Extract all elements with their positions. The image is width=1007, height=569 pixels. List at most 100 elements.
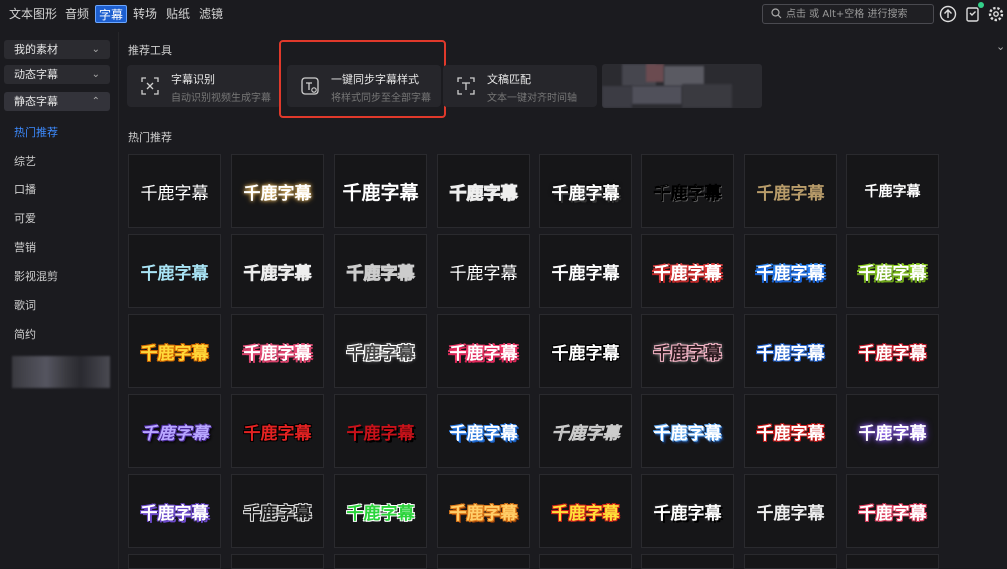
- subtitle-preset-tile[interactable]: 千鹿字幕: [641, 234, 734, 308]
- subtitle-preset-tile[interactable]: 千鹿字幕: [231, 314, 324, 388]
- sidebar-item-minimal[interactable]: 简约: [14, 327, 36, 343]
- subtitle-preset-tile[interactable]: 千鹿字幕: [539, 154, 632, 228]
- preset-preview-text: 千鹿字幕: [653, 183, 722, 204]
- tool-name: 字幕识别: [171, 73, 215, 86]
- category-dynamic-subtitles[interactable]: 动态字幕 ⌄: [4, 65, 110, 84]
- subtitle-preset-tile[interactable]: 千鹿字幕: [846, 474, 939, 548]
- subtitle-preset-tile[interactable]: 千鹿字幕: [231, 474, 324, 548]
- tab-filters[interactable]: 滤镜: [197, 5, 225, 23]
- collapse-chevron-icon[interactable]: ⌄: [996, 40, 1005, 53]
- subtitle-preset-tile[interactable]: 千鹿字幕: [539, 474, 632, 548]
- preset-preview-text: 千鹿字幕: [140, 423, 209, 444]
- preset-preview-text: 千鹿字幕: [346, 503, 415, 524]
- sidebar-item-variety[interactable]: 综艺: [14, 154, 36, 170]
- subtitle-preset-tile[interactable]: 千鹿字幕: [846, 394, 939, 468]
- subtitle-preset-tile[interactable]: 千鹿字幕: [539, 394, 632, 468]
- category-static-subtitles[interactable]: 静态字幕 ⌃: [4, 92, 110, 111]
- subtitle-preset-tile[interactable]: 千鹿字幕: [437, 234, 530, 308]
- subtitle-preset-tile[interactable]: [334, 554, 427, 569]
- subtitle-preset-tile[interactable]: 千鹿字幕: [231, 394, 324, 468]
- category-my-assets[interactable]: 我的素材 ⌄: [4, 40, 110, 59]
- tool-name: 文稿匹配: [487, 73, 531, 86]
- notification-dot: [978, 2, 984, 8]
- subtitle-preset-tile[interactable]: 千鹿字幕: [641, 154, 734, 228]
- upload-icon[interactable]: [938, 4, 958, 24]
- subtitle-preset-tile[interactable]: [539, 554, 632, 569]
- sidebar: 我的素材 ⌄ 动态字幕 ⌄ 静态字幕 ⌃ 热门推荐 综艺 口播 可爱 营销 影视…: [0, 32, 118, 569]
- subtitle-preset-tile[interactable]: 千鹿字幕: [128, 474, 221, 548]
- subtitle-preset-tile[interactable]: 千鹿字幕: [128, 394, 221, 468]
- subtitle-preset-tile[interactable]: 千鹿字幕: [437, 474, 530, 548]
- subtitle-preset-tile[interactable]: 千鹿字幕: [539, 234, 632, 308]
- sidebar-item-lyrics[interactable]: 歌词: [14, 298, 36, 314]
- search-placeholder: 点击 或 Alt+空格 进行搜索: [786, 9, 908, 20]
- subtitle-preset-tile[interactable]: [231, 554, 324, 569]
- subtitle-preset-tile[interactable]: 千鹿字幕: [846, 154, 939, 228]
- subtitle-preset-tile[interactable]: 千鹿字幕: [641, 474, 734, 548]
- subtitle-preset-tile[interactable]: 千鹿字幕: [334, 314, 427, 388]
- preset-preview-text: 千鹿字幕: [346, 423, 415, 444]
- subtitle-preset-tile[interactable]: 千鹿字幕: [744, 314, 837, 388]
- subtitle-preset-tile[interactable]: 千鹿字幕: [437, 154, 530, 228]
- subtitle-preset-tile[interactable]: 千鹿字幕: [641, 314, 734, 388]
- tab-text-graphics[interactable]: 文本图形: [8, 5, 58, 23]
- tab-stickers[interactable]: 贴纸: [164, 5, 192, 23]
- subtitle-preset-tile[interactable]: [846, 554, 939, 569]
- speech-recognition-icon: [141, 77, 159, 95]
- settings-icon[interactable]: [986, 4, 1006, 24]
- subtitle-preset-tile[interactable]: [437, 554, 530, 569]
- sidebar-item-voiceover[interactable]: 口播: [14, 182, 36, 198]
- preset-preview-text: 千鹿字幕: [140, 343, 209, 364]
- subtitle-preset-tile[interactable]: 千鹿字幕: [128, 234, 221, 308]
- subtitle-preset-tile[interactable]: 千鹿字幕: [539, 314, 632, 388]
- category-label: 动态字幕: [14, 68, 58, 81]
- subtitle-preset-tile[interactable]: 千鹿字幕: [334, 234, 427, 308]
- subtitle-preset-tile[interactable]: 千鹿字幕: [128, 154, 221, 228]
- tool-script-matching[interactable]: 文稿匹配 文本一键对齐时间轴: [443, 65, 597, 107]
- subtitle-preset-tile[interactable]: [128, 554, 221, 569]
- subtitle-preset-tile[interactable]: [744, 554, 837, 569]
- tool-desc: 自动识别视频生成字幕: [171, 93, 271, 104]
- preset-preview-text: 千鹿字幕: [140, 183, 209, 204]
- subtitle-preset-tile[interactable]: 千鹿字幕: [744, 154, 837, 228]
- hot-section-title: 热门推荐: [128, 131, 172, 144]
- subtitle-preset-tile[interactable]: 千鹿字幕: [744, 474, 837, 548]
- preset-preview-text: 千鹿字幕: [756, 423, 825, 444]
- subtitle-preset-tile[interactable]: 千鹿字幕: [334, 154, 427, 228]
- tab-audio[interactable]: 音频: [63, 5, 91, 23]
- subtitle-preset-tile[interactable]: 千鹿字幕: [744, 394, 837, 468]
- subtitle-preset-tile[interactable]: 千鹿字幕: [641, 394, 734, 468]
- subtitle-preset-tile[interactable]: 千鹿字幕: [334, 474, 427, 548]
- sidebar-item-cute[interactable]: 可爱: [14, 211, 36, 227]
- sidebar-item-marketing[interactable]: 营销: [14, 240, 36, 256]
- preset-preview-text: 千鹿字幕: [653, 503, 722, 524]
- top-nav-bar: 文本图形 音频 字幕 转场 贴纸 滤镜 点击 或 Alt+空格 进行搜索: [0, 0, 1007, 28]
- tool-subtitle-recognition[interactable]: 字幕识别 自动识别视频生成字幕: [127, 65, 281, 107]
- subtitle-preset-tile[interactable]: 千鹿字幕: [334, 394, 427, 468]
- sidebar-item-hot[interactable]: 热门推荐: [14, 125, 58, 141]
- preset-preview-text: 千鹿字幕: [342, 181, 419, 204]
- subtitle-preset-tile[interactable]: [641, 554, 734, 569]
- category-label: 静态字幕: [14, 95, 58, 108]
- chevron-down-icon: ⌄: [91, 69, 100, 80]
- sidebar-item-film-remix[interactable]: 影视混剪: [14, 269, 58, 285]
- preset-preview-text: 千鹿字幕: [551, 343, 620, 364]
- subtitle-preset-tile[interactable]: 千鹿字幕: [231, 154, 324, 228]
- chevron-up-icon: ⌃: [91, 96, 100, 107]
- tab-subtitles[interactable]: 字幕: [95, 5, 127, 23]
- subtitle-preset-tile[interactable]: 千鹿字幕: [846, 234, 939, 308]
- subtitle-preset-tile[interactable]: 千鹿字幕: [846, 314, 939, 388]
- search-box[interactable]: 点击 或 Alt+空格 进行搜索: [762, 4, 934, 24]
- preset-preview-text: 千鹿字幕: [551, 503, 620, 524]
- subtitle-preset-tile[interactable]: 千鹿字幕: [231, 234, 324, 308]
- subtitle-preset-tile[interactable]: 千鹿字幕: [437, 314, 530, 388]
- sidebar-divider: [118, 32, 119, 569]
- subtitle-preset-tile[interactable]: 千鹿字幕: [437, 394, 530, 468]
- highlight-frame: [279, 40, 446, 118]
- subtitle-preset-tile[interactable]: 千鹿字幕: [744, 234, 837, 308]
- preset-preview-text: 千鹿字幕: [551, 423, 620, 444]
- subtitle-preset-tile[interactable]: 千鹿字幕: [128, 314, 221, 388]
- tab-transitions[interactable]: 转场: [131, 5, 159, 23]
- preset-preview-text: 千鹿字幕: [243, 183, 312, 204]
- preset-preview-text: 千鹿字幕: [449, 423, 518, 444]
